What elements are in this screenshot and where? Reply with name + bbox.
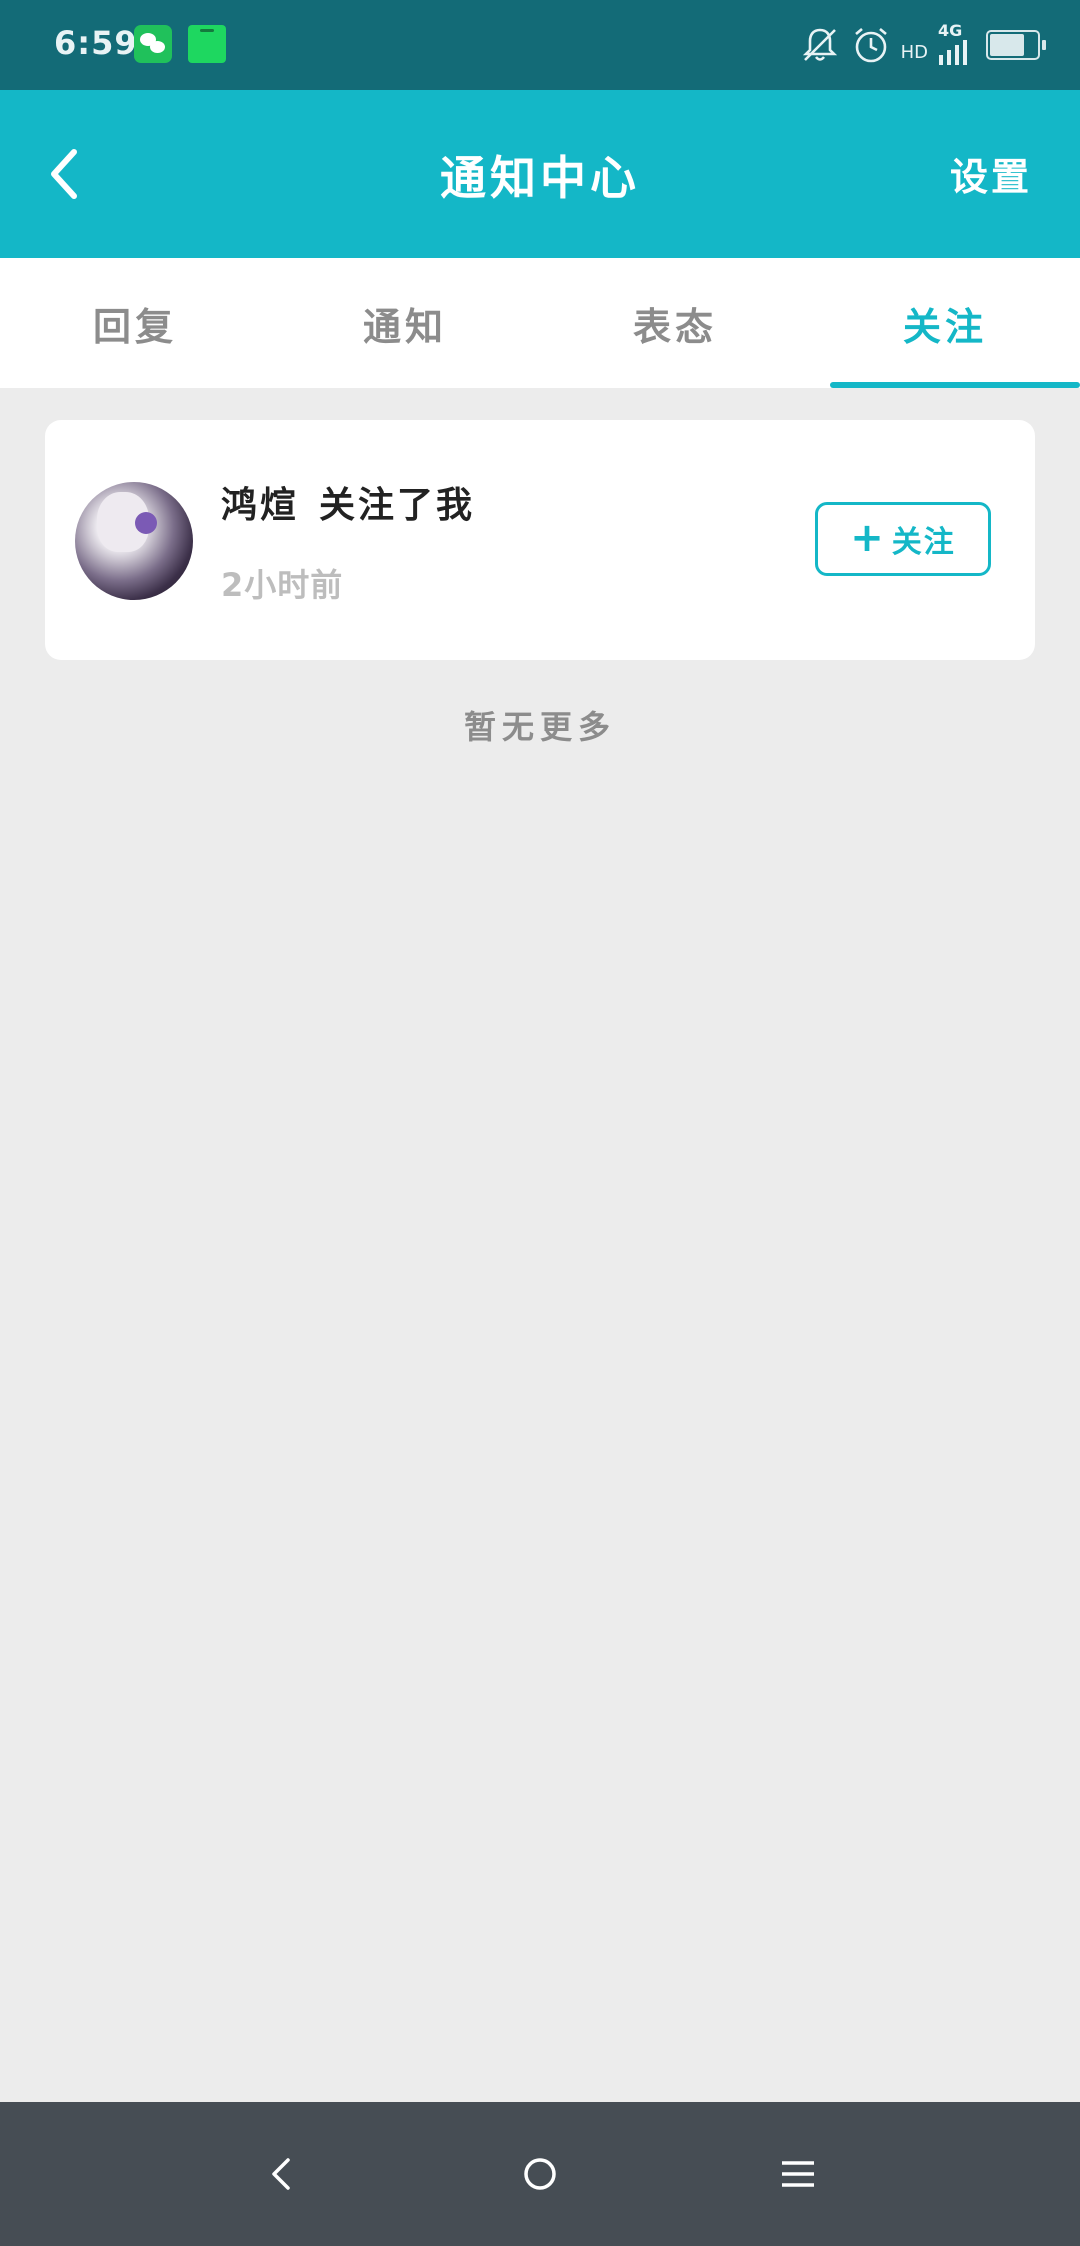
- signal-icon: [939, 40, 967, 65]
- signal-indicator: 4G: [938, 21, 972, 65]
- tab-bar: 回复 通知 表态 关注: [0, 258, 1080, 388]
- follow-button[interactable]: + 关注: [815, 502, 991, 576]
- hd-label: HD: [900, 41, 928, 63]
- settings-button[interactable]: 设置: [950, 146, 1032, 201]
- plus-icon: +: [850, 514, 886, 561]
- status-bar: 6:59 HD 4G: [0, 0, 1080, 90]
- system-nav-bar: [0, 2102, 1080, 2246]
- list-footer: 暂无更多: [463, 708, 616, 746]
- nav-menu-icon[interactable]: [768, 2144, 828, 2204]
- app-bar: 通知中心 设置: [0, 90, 1080, 258]
- tab-reply[interactable]: 回复: [0, 258, 270, 388]
- notification-time: 2小时前: [221, 566, 344, 604]
- app-notice-icon: [188, 25, 226, 63]
- battery-icon: [986, 30, 1046, 60]
- tab-follow[interactable]: 关注: [810, 258, 1080, 388]
- status-icons: HD 4G: [799, 21, 1046, 68]
- page-title: 通知中心: [440, 151, 640, 205]
- network-type: 4G: [938, 21, 963, 40]
- wechat-icon: [134, 25, 172, 63]
- notification-card[interactable]: 鸿煊 关注了我 2小时前 + 关注: [45, 420, 1035, 660]
- tab-notice[interactable]: 通知: [270, 258, 540, 388]
- status-time: 6:59: [54, 24, 138, 62]
- mute-icon: [802, 28, 837, 61]
- nav-back-icon[interactable]: [252, 2144, 312, 2204]
- tab-reaction[interactable]: 表态: [540, 258, 810, 388]
- notification-text: 鸿煊 关注了我: [221, 476, 475, 528]
- notification-action: 关注了我: [319, 485, 476, 526]
- nav-home-icon[interactable]: [510, 2144, 570, 2204]
- notification-user[interactable]: 鸿煊: [221, 485, 299, 526]
- avatar[interactable]: [75, 482, 193, 600]
- follow-button-label: 关注: [891, 525, 956, 560]
- alarm-icon: [854, 28, 887, 63]
